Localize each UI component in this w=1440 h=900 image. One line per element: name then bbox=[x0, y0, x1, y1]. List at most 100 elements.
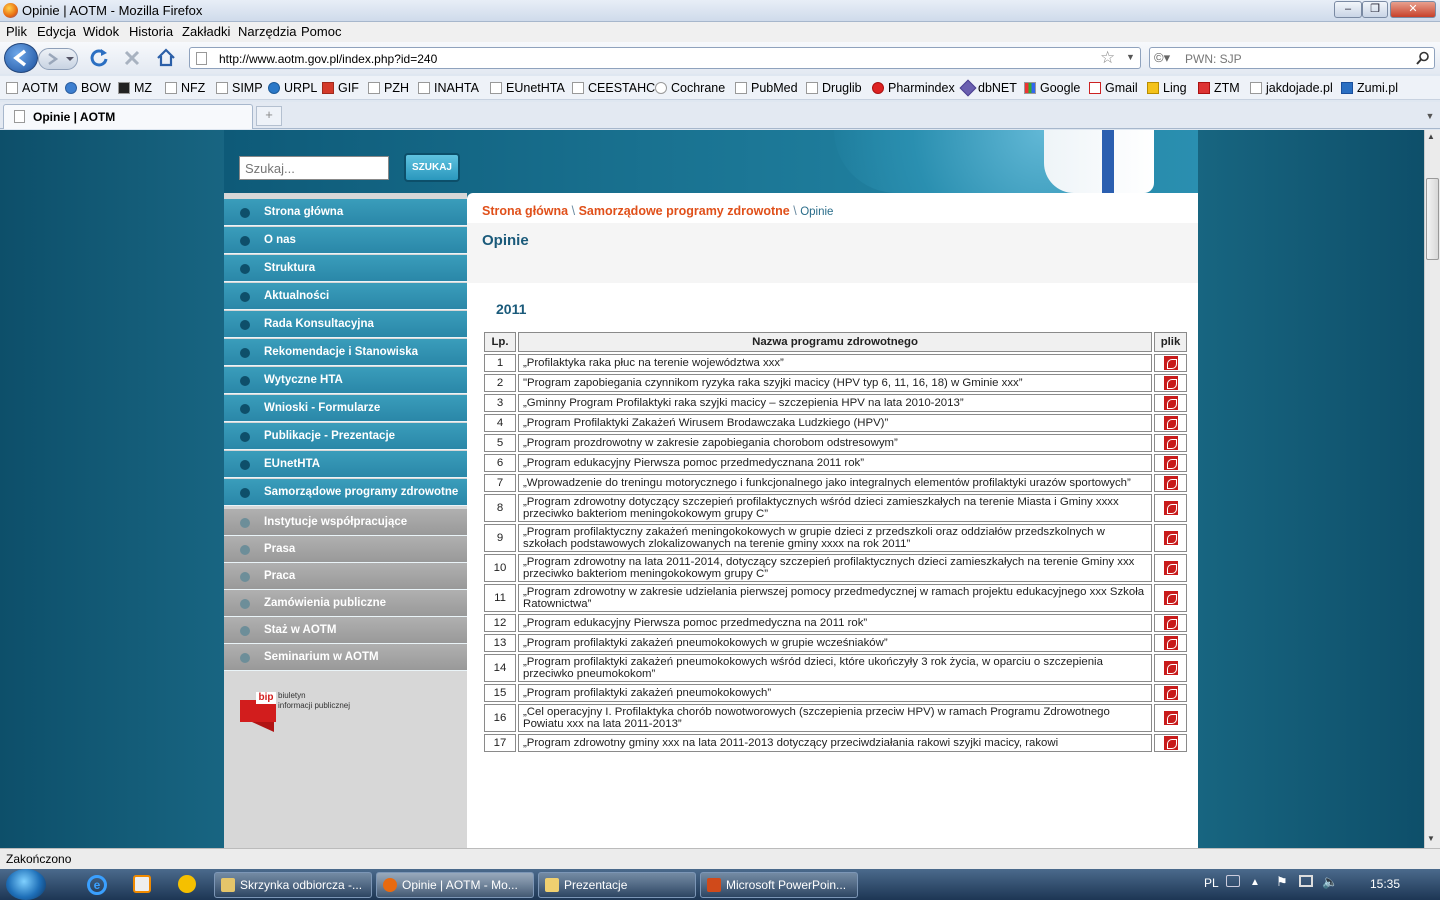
sidebar-item-praca[interactable]: Praca bbox=[224, 563, 467, 590]
tab-opinie[interactable]: Opinie | AOTM bbox=[3, 104, 253, 129]
tab-list-dropdown-icon[interactable]: ▼ bbox=[1422, 106, 1438, 126]
sidebar-item-zamowienia[interactable]: Zamówienia publiczne bbox=[224, 590, 467, 617]
pdf-icon[interactable] bbox=[1163, 686, 1178, 700]
pdf-icon[interactable] bbox=[1163, 636, 1178, 650]
bip-logo[interactable]: bip biuletyn informacji publicznej bbox=[240, 690, 380, 734]
sidebar-item-prasa[interactable]: Prasa bbox=[224, 536, 467, 563]
pdf-icon[interactable] bbox=[1163, 396, 1178, 410]
vertical-scrollbar[interactable]: ▲ ▼ bbox=[1424, 130, 1440, 848]
bookmark-ceestahc[interactable]: CEESTAHC bbox=[572, 81, 655, 95]
internet-explorer-icon[interactable]: e bbox=[87, 875, 107, 895]
pdf-icon[interactable] bbox=[1163, 531, 1178, 545]
bookmark-cochrane[interactable]: Cochrane bbox=[655, 81, 725, 95]
media-player-icon[interactable] bbox=[133, 875, 151, 893]
bookmark-pzh[interactable]: PZH bbox=[368, 81, 409, 95]
sidebar-item-o-nas[interactable]: O nas bbox=[224, 227, 467, 254]
network-icon[interactable] bbox=[1299, 875, 1313, 887]
bookmark-pubmed[interactable]: PubMed bbox=[735, 81, 798, 95]
sidebar-item-seminarium[interactable]: Seminarium w AOTM bbox=[224, 644, 467, 671]
scroll-up-icon[interactable]: ▲ bbox=[1427, 132, 1435, 141]
home-icon[interactable] bbox=[155, 47, 177, 69]
keyboard-icon[interactable] bbox=[1226, 875, 1240, 887]
pdf-icon[interactable] bbox=[1163, 436, 1178, 450]
bookmark-aotm[interactable]: AOTM bbox=[6, 81, 58, 95]
sidebar-item-instytucje[interactable]: Instytucje współpracujące bbox=[224, 509, 467, 536]
task-email[interactable]: Skrzynka odbiorcza -... bbox=[214, 872, 372, 898]
bookmark-gif[interactable]: GIF bbox=[322, 81, 359, 95]
sidebar-item-wytyczne-hta[interactable]: Wytyczne HTA bbox=[224, 367, 467, 394]
site-search-input[interactable] bbox=[239, 156, 389, 180]
pdf-icon[interactable] bbox=[1163, 616, 1178, 630]
sidebar-item-publikacje[interactable]: Publikacje - Prezentacje bbox=[224, 423, 467, 450]
bookmark-ztm[interactable]: ZTM bbox=[1198, 81, 1240, 95]
scroll-thumb[interactable] bbox=[1426, 178, 1439, 260]
clock[interactable]: 15:35 bbox=[1370, 877, 1400, 891]
pdf-icon[interactable] bbox=[1163, 476, 1178, 490]
volume-icon[interactable]: 🔈 bbox=[1322, 874, 1338, 890]
messenger-icon[interactable] bbox=[178, 875, 196, 893]
scroll-down-icon[interactable]: ▼ bbox=[1427, 834, 1435, 843]
sidebar-item-strona-glowna[interactable]: Strona główna bbox=[224, 199, 467, 226]
bookmark-inahta[interactable]: INAHTA bbox=[418, 81, 479, 95]
url-bar[interactable]: http://www.aotm.gov.pl/index.php?id=240 … bbox=[189, 47, 1141, 69]
forward-button[interactable] bbox=[38, 48, 78, 70]
pdf-icon[interactable] bbox=[1163, 661, 1178, 675]
pdf-icon[interactable] bbox=[1163, 711, 1178, 725]
language-indicator[interactable]: PL bbox=[1204, 876, 1219, 890]
pdf-icon[interactable] bbox=[1163, 591, 1178, 605]
bookmark-urpl[interactable]: URPL bbox=[268, 81, 317, 95]
sidebar-item-wnioski[interactable]: Wnioski - Formularze bbox=[224, 395, 467, 422]
action-center-flag-icon[interactable]: ⚑ bbox=[1276, 874, 1288, 890]
sidebar-item-rekomendacje[interactable]: Rekomendacje i Stanowiska bbox=[224, 339, 467, 366]
bookmark-eunethta[interactable]: EUnetHTA bbox=[490, 81, 565, 95]
maximize-button[interactable]: ❐ bbox=[1362, 1, 1388, 18]
bookmark-pharmindex[interactable]: Pharmindex bbox=[872, 81, 955, 95]
sidebar-item-rada-konsultacyjna[interactable]: Rada Konsultacyjna bbox=[224, 311, 467, 338]
pdf-icon[interactable] bbox=[1163, 376, 1178, 390]
bookmark-dbnet[interactable]: dbNET bbox=[959, 79, 1017, 97]
pdf-icon[interactable] bbox=[1163, 356, 1178, 370]
back-button[interactable] bbox=[4, 43, 38, 73]
menu-historia[interactable]: Historia bbox=[129, 24, 173, 39]
bookmark-simp[interactable]: SIMP bbox=[216, 81, 263, 95]
bookmark-jakdojade[interactable]: jakdojade.pl bbox=[1250, 81, 1333, 95]
stop-icon[interactable] bbox=[122, 48, 142, 68]
reload-icon[interactable] bbox=[88, 47, 110, 69]
bookmark-mz[interactable]: MZ bbox=[118, 81, 152, 95]
bookmark-bow[interactable]: BOW bbox=[65, 81, 111, 95]
bookmark-google[interactable]: Google bbox=[1024, 81, 1080, 95]
bookmark-nfz[interactable]: NFZ bbox=[165, 81, 205, 95]
task-powerpoint[interactable]: Microsoft PowerPoin... bbox=[700, 872, 858, 898]
sidebar-item-struktura[interactable]: Struktura bbox=[224, 255, 467, 282]
task-folder[interactable]: Prezentacje bbox=[538, 872, 696, 898]
bookmark-ling[interactable]: Ling bbox=[1147, 81, 1187, 95]
web-search-box[interactable]: ©▾ PWN: SJP bbox=[1149, 47, 1435, 69]
sidebar-item-eunethta[interactable]: EUnetHTA bbox=[224, 451, 467, 478]
menu-plik[interactable]: Plik bbox=[6, 24, 27, 39]
minimize-button[interactable]: ‒ bbox=[1334, 1, 1362, 18]
task-firefox[interactable]: Opinie | AOTM - Mo... bbox=[376, 872, 534, 898]
search-icon[interactable] bbox=[1416, 51, 1430, 65]
pdf-icon[interactable] bbox=[1163, 501, 1178, 515]
menu-pomoc[interactable]: Pomoc bbox=[301, 24, 341, 39]
menu-edycja[interactable]: Edycja bbox=[37, 24, 76, 39]
sidebar-item-samorzadowe[interactable]: Samorządowe programy zdrowotne bbox=[224, 479, 468, 506]
url-dropdown-icon[interactable]: ▼ bbox=[1126, 52, 1135, 62]
menu-widok[interactable]: Widok bbox=[83, 24, 119, 39]
pdf-icon[interactable] bbox=[1163, 416, 1178, 430]
tray-arrow-icon[interactable]: ▲ bbox=[1250, 877, 1260, 888]
pdf-icon[interactable] bbox=[1163, 456, 1178, 470]
sidebar-item-staz[interactable]: Staż w AOTM bbox=[224, 617, 467, 644]
pdf-icon[interactable] bbox=[1163, 736, 1178, 750]
new-tab-button[interactable]: + bbox=[256, 106, 282, 126]
start-button[interactable] bbox=[6, 869, 46, 900]
menu-narzedzia[interactable]: Narzędzia bbox=[238, 24, 297, 39]
bookmark-druglib[interactable]: Druglib bbox=[806, 81, 862, 95]
breadcrumb-section[interactable]: Samorządowe programy zdrowotne bbox=[579, 204, 790, 218]
pdf-icon[interactable] bbox=[1163, 561, 1178, 575]
sidebar-item-aktualnosci[interactable]: Aktualności bbox=[224, 283, 467, 310]
menu-zakladki[interactable]: Zakładki bbox=[182, 24, 230, 39]
site-search-button[interactable]: SZUKAJ bbox=[404, 153, 460, 182]
bookmark-gmail[interactable]: Gmail bbox=[1089, 81, 1138, 95]
breadcrumb-home[interactable]: Strona główna bbox=[482, 204, 568, 218]
